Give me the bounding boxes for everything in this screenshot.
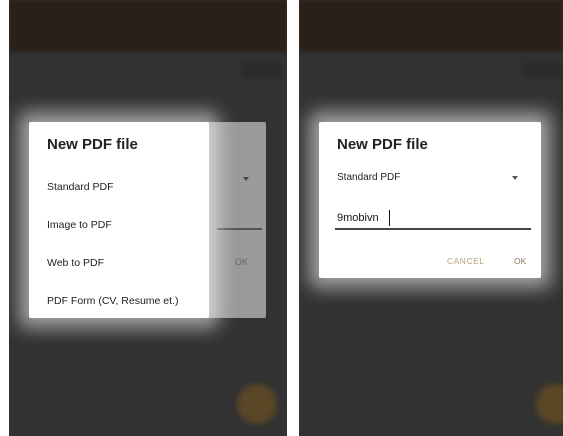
name-field-underline xyxy=(217,228,262,230)
pdf-type-select[interactable]: Standard PDF xyxy=(337,172,400,183)
status-bar xyxy=(299,0,563,52)
toolbar-action[interactable] xyxy=(523,62,563,78)
menu-item-image-to-pdf[interactable]: Image to PDF xyxy=(29,206,209,244)
menu-item-pdf-form[interactable]: PDF Form (CV, Resume et.) xyxy=(29,282,209,320)
pdf-type-menu: New PDF file Standard PDF Image to PDF W… xyxy=(29,122,209,318)
cancel-button[interactable]: CANCEL xyxy=(447,256,484,266)
floating-action-button[interactable] xyxy=(237,384,277,424)
dialog-title: New PDF file xyxy=(47,136,138,153)
floating-action-button[interactable] xyxy=(536,384,563,424)
new-pdf-dialog: New PDF file Standard PDF CANCEL OK xyxy=(319,122,541,278)
right-screen: New PDF file Standard PDF CANCEL OK xyxy=(299,0,563,436)
toolbar-action[interactable] xyxy=(241,62,281,78)
status-bar xyxy=(9,0,287,52)
dropdown-arrow-icon xyxy=(243,177,249,181)
file-name-input[interactable] xyxy=(335,208,531,230)
menu-item-web-to-pdf[interactable]: Web to PDF xyxy=(29,244,209,282)
ok-button[interactable]: OK xyxy=(235,257,248,267)
dialog-title: New PDF file xyxy=(337,136,428,153)
dropdown-arrow-icon[interactable] xyxy=(512,176,518,180)
menu-item-standard-pdf[interactable]: Standard PDF xyxy=(29,168,209,206)
ok-button[interactable]: OK xyxy=(514,256,526,266)
text-cursor xyxy=(389,210,390,226)
left-screen: OK New PDF file Standard PDF Image to PD… xyxy=(9,0,287,436)
